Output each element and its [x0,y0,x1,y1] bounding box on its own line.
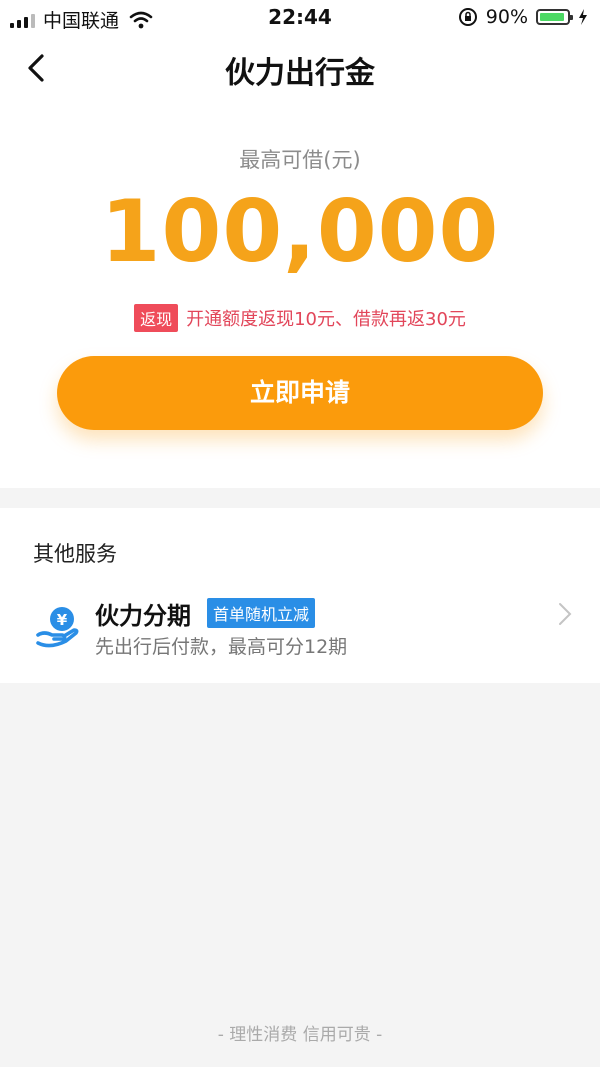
limit-amount: 100,000 [100,182,500,282]
apply-now-button[interactable]: 立即申请 [57,356,543,430]
status-bar: 中国联通 22:44 90% [0,0,600,34]
svg-text:¥: ¥ [57,611,68,629]
yen-hand-icon: ¥ [36,607,79,648]
limit-label: 最高可借(元) [239,148,361,172]
cashback-badge: 返现 [134,304,179,332]
cashback-promo: 返现 开通额度返现10元、借款再返30元 [0,304,600,332]
service-description: 先出行后付款，最高可分12期 [95,636,348,658]
other-services-section: 其他服务 ¥ 伙力分期 首单随机立减 先出行后付款，最高可分12期 [0,508,600,683]
charging-icon [579,9,587,25]
service-item-installment[interactable]: ¥ 伙力分期 首单随机立减 先出行后付款，最高可分12期 [0,588,600,668]
status-right: 90% [458,6,588,28]
service-name: 伙力分期 [95,602,191,630]
battery-icon [536,9,573,25]
loan-hero-card: 最高可借(元) 100,000 返现 开通额度返现10元、借款再返30元 立即申… [0,104,600,488]
battery-percent: 90% [485,6,528,28]
nav-bar: 伙力出行金 [0,34,600,104]
page-title: 伙力出行金 [225,56,375,91]
rotation-lock-icon [458,8,477,26]
chevron-right-icon [559,603,572,625]
section-title: 其他服务 [33,542,117,566]
cashback-text: 开通额度返现10元、借款再返30元 [186,309,466,330]
service-tag: 首单随机立减 [207,598,316,628]
footer-slogan: - 理性消费 信用可贵 - [217,1025,383,1045]
